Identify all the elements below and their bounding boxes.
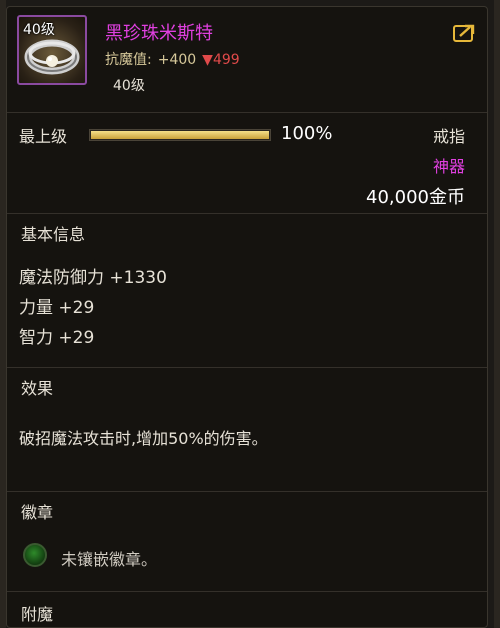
- item-tooltip-panel: 40级 黑珍珠米斯特 抗魔值: +400 ▼499 40级 最上级 100% 戒指 …: [6, 6, 488, 628]
- stat-line: 力量 +29: [19, 298, 95, 318]
- emblem-slot-icon[interactable]: [23, 543, 47, 567]
- share-icon: [453, 24, 475, 42]
- quality-label: 最上级: [19, 127, 68, 146]
- divider: [7, 112, 487, 113]
- item-slot: 戒指: [432, 127, 465, 146]
- item-price: 40,000金币: [366, 187, 465, 208]
- background-right-edge: [494, 0, 500, 628]
- stat-line: 智力 +29: [19, 328, 95, 348]
- quality-bar-fill: [91, 131, 269, 139]
- effect-text: 破招魔法攻击时,增加50%的伤害。: [19, 429, 268, 448]
- divider: [7, 491, 487, 492]
- item-header: 40级 黑珍珠米斯特 抗魔值: +400 ▼499 40级: [17, 15, 477, 97]
- item-level-badge: 40级: [23, 22, 55, 38]
- divider: [7, 213, 487, 214]
- ring-item-icon[interactable]: 40级: [17, 15, 87, 85]
- item-grade: 神器: [432, 157, 465, 176]
- emblem-title: 徽章: [21, 503, 54, 522]
- emblem-text: 未镶嵌徽章。: [61, 550, 158, 569]
- share-button[interactable]: [453, 23, 477, 43]
- basic-info-title: 基本信息: [21, 225, 86, 244]
- effect-title: 效果: [21, 379, 54, 398]
- resist-value: 抗魔值: +400 ▼499: [105, 49, 240, 69]
- quality-bar: [89, 129, 271, 141]
- resist-label: 抗魔值:: [105, 52, 152, 68]
- quality-percent: 100%: [281, 123, 333, 144]
- item-name: 黑珍珠米斯特: [105, 23, 213, 44]
- quality-row: 最上级 100% 戒指 神器 40,000金币: [19, 123, 479, 213]
- resist-up-value: +400: [157, 52, 197, 68]
- appendix-title: 附魔: [21, 605, 54, 624]
- required-level: 40级: [113, 78, 145, 94]
- divider: [7, 591, 487, 592]
- stat-line: 魔法防御力 +1330: [19, 268, 167, 288]
- divider: [7, 367, 487, 368]
- resist-down-value: ▼499: [202, 52, 240, 68]
